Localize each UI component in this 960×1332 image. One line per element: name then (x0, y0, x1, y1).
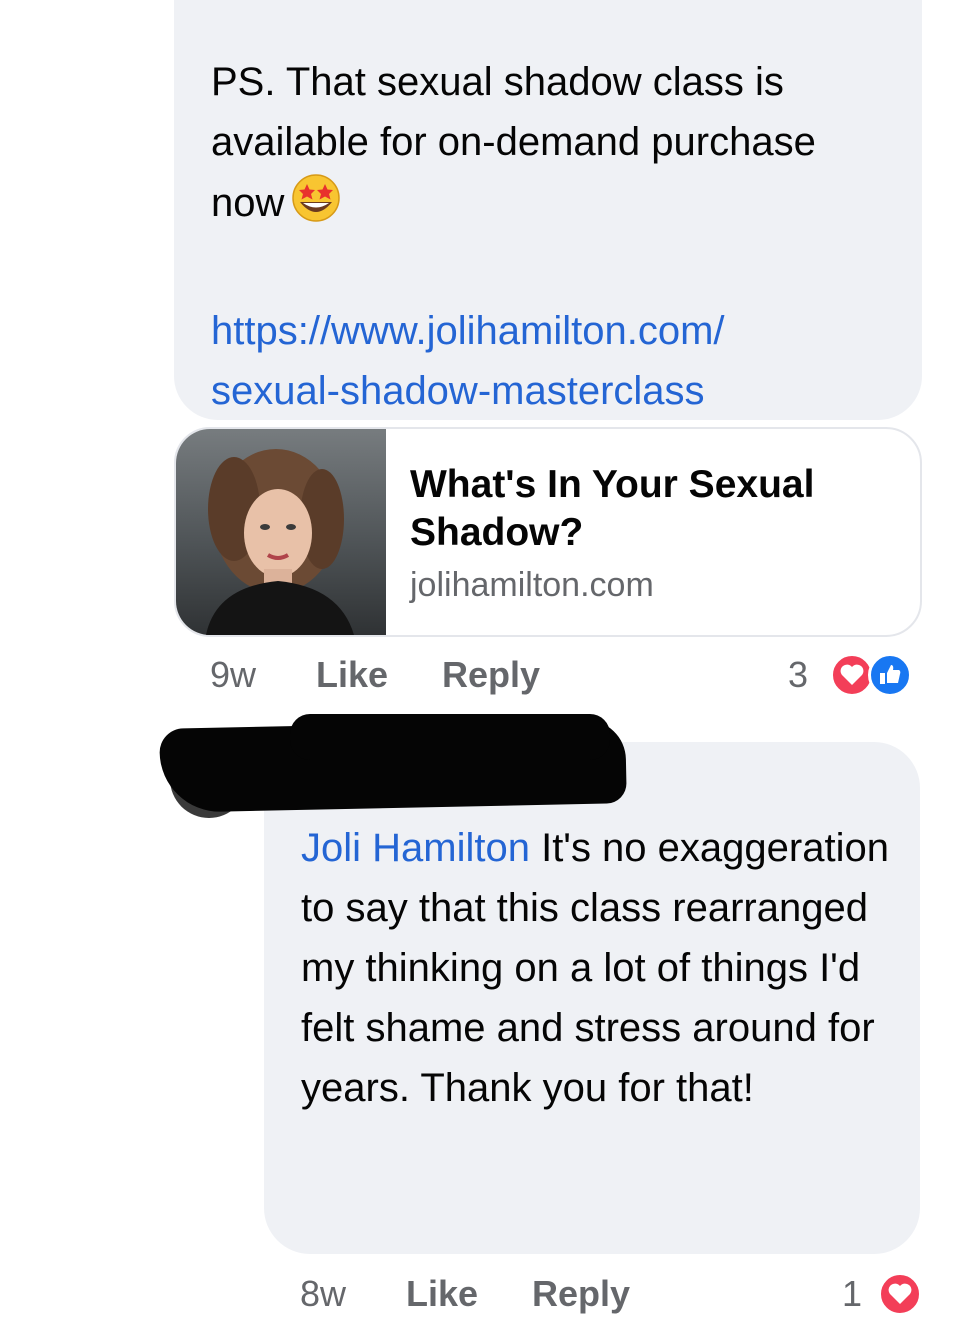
comment-timestamp: 9w (210, 654, 257, 695)
like-reaction-icon[interactable] (868, 653, 912, 697)
comment-actions: 9w Like Reply (210, 653, 570, 697)
reaction-count[interactable]: 1 (842, 1272, 862, 1316)
preview-thumbnail (176, 429, 386, 635)
link-preview-card[interactable]: What's In Your Sexual Shadow? jolihamilt… (174, 427, 922, 637)
preview-title: What's In Your Sexual Shadow? (410, 463, 815, 554)
reply-button[interactable]: Reply (532, 1272, 630, 1316)
preview-domain: jolihamilton.com (410, 566, 654, 604)
reply-timestamp: 8w (300, 1273, 347, 1314)
like-button[interactable]: Like (406, 1272, 478, 1316)
comment-bubble: PS. That sexual shadow class is availabl… (174, 0, 922, 420)
reply-actions: 8w Like Reply (300, 1272, 660, 1316)
mention-link[interactable]: Joli Hamilton (301, 826, 530, 870)
like-button[interactable]: Like (316, 653, 388, 697)
reply-bubble: Joli Hamilton It's no exaggeration to sa… (264, 742, 920, 1254)
heart-reaction-icon[interactable] (878, 1272, 922, 1316)
comment-text: PS. That sexual shadow class is availabl… (211, 52, 886, 241)
reply-text: Joli Hamilton It's no exaggeration to sa… (301, 818, 901, 1118)
reaction-count[interactable]: 3 (788, 653, 808, 697)
reply-button[interactable]: Reply (442, 653, 540, 697)
star-struck-emoji (290, 172, 342, 241)
redaction-mark (290, 714, 610, 760)
masterclass-link[interactable]: https://www.jolihamilton.com/sexual-shad… (211, 301, 886, 421)
